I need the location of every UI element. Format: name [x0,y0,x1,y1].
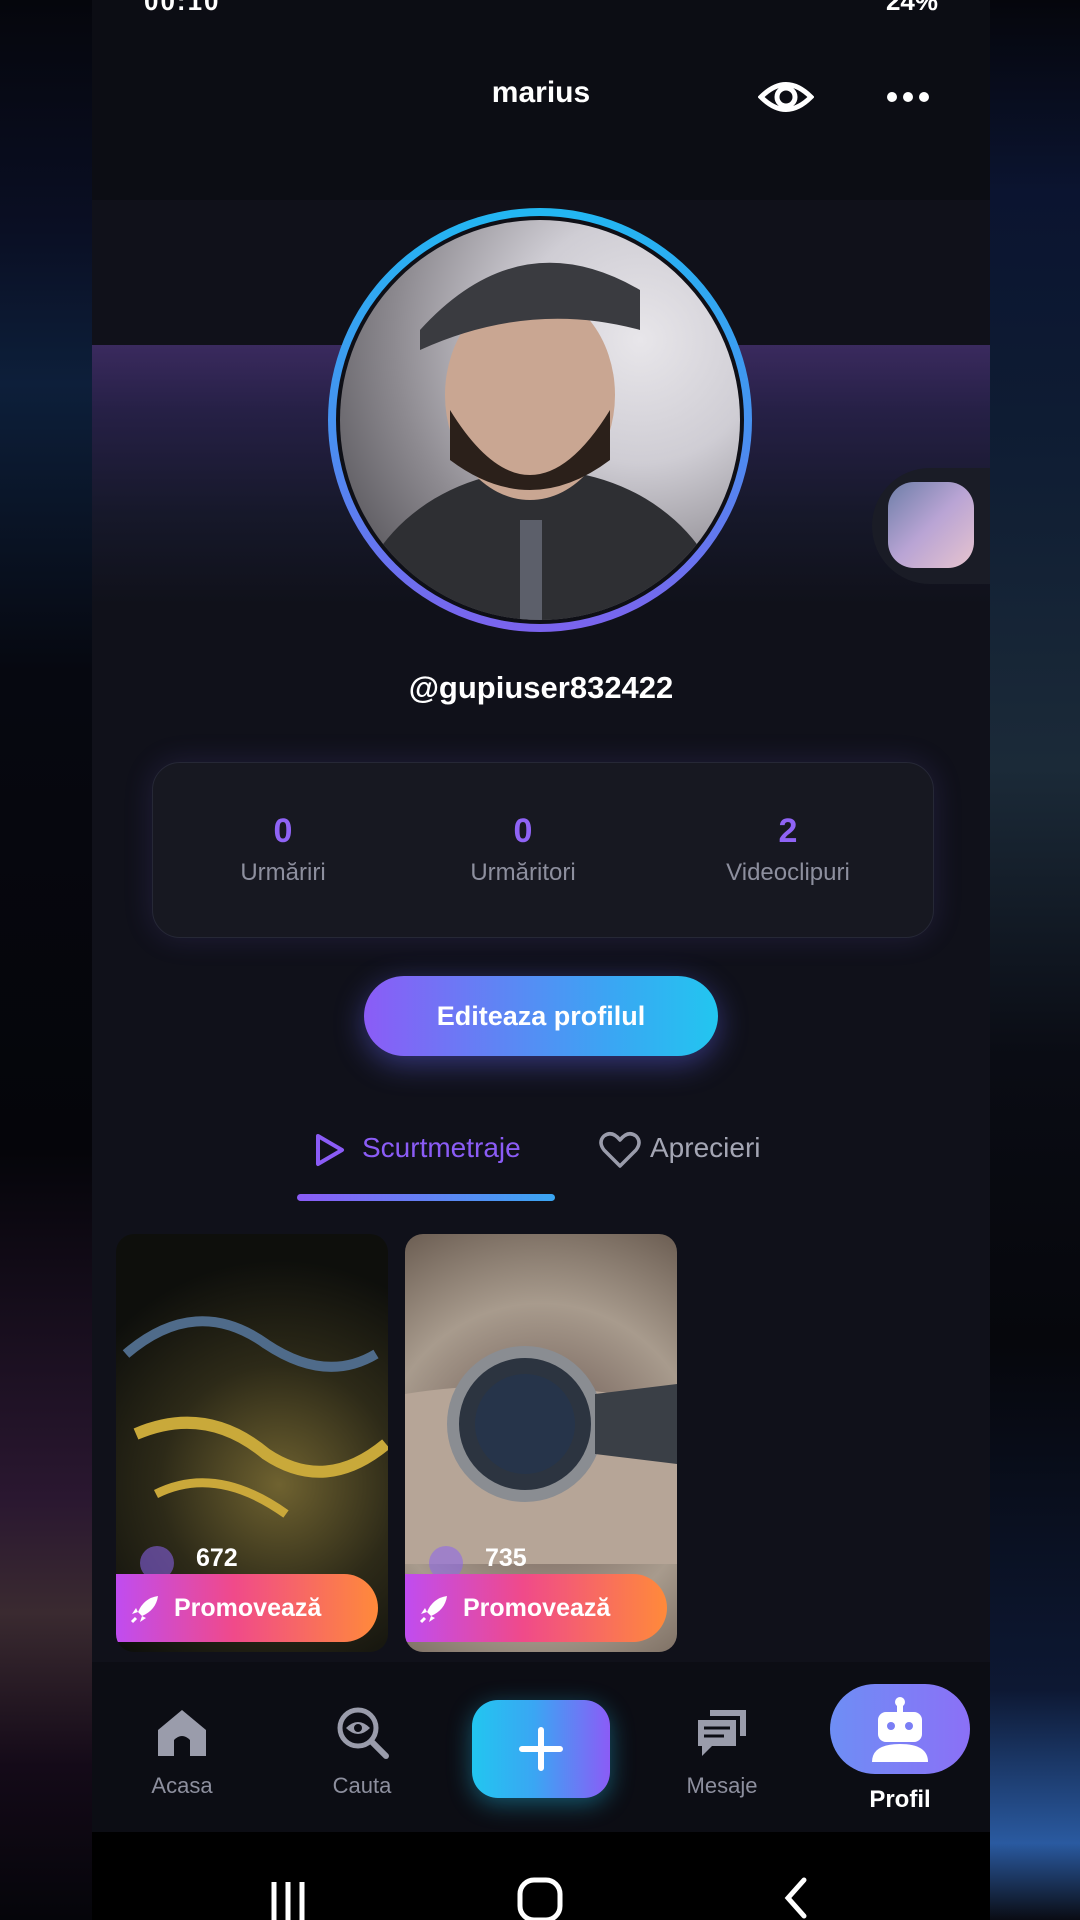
back-icon[interactable] [778,1876,814,1920]
stat-videos-value: 2 [778,812,798,850]
edit-profile-button[interactable]: Editeaza profilul [364,976,718,1056]
nav-messages[interactable]: Mesaje [652,1702,792,1799]
app-screen: 00:10 24% marius @gupiuser832422 0 Urmăr… [92,0,990,1920]
stat-followers-value: 0 [513,812,533,850]
home-button-icon[interactable] [516,1876,564,1920]
left-blurred-edge [0,0,92,1920]
stat-videos[interactable]: 2 Videoclipuri [658,811,918,887]
stat-following-label: Urmăriri [240,859,326,886]
tab-aprecieri[interactable]: Aprecieri [598,1124,798,1174]
stat-following-value: 0 [273,812,293,850]
nav-profile-label: Profil [869,1786,931,1813]
tab-scurtmetraje[interactable]: Scurtmetraje [312,1124,552,1174]
rocket-icon [419,1596,447,1624]
promote-label: Promovează [463,1594,611,1622]
create-button[interactable] [472,1700,610,1798]
top-header: 00:10 24% marius [92,0,990,200]
tab-scurtmetraje-label: Scurtmetraje [362,1132,521,1163]
avatar-photo [340,220,740,620]
play-icon [316,1134,344,1166]
heart-icon [599,1132,641,1168]
status-battery: 24% [885,0,938,16]
promote-button[interactable]: Promovează [405,1574,667,1642]
stat-followers[interactable]: 0 Urmăritori [393,811,653,887]
stats-card: 0 Urmăriri 0 Urmăritori 2 Videoclipuri [152,762,934,938]
nav-profile[interactable] [830,1684,970,1774]
app-grid-icon [888,482,974,568]
stat-videos-label: Videoclipuri [726,859,850,886]
profile-display-name: marius [491,76,591,109]
video-card[interactable]: 735 Promovează [405,1234,677,1652]
recent-apps-icon[interactable] [266,1878,310,1920]
system-navigation-bar [92,1832,990,1920]
floating-widget[interactable] [872,468,990,584]
right-blurred-edge [988,0,1080,1920]
nav-search-label: Cauta [332,1773,392,1798]
stat-following[interactable]: 0 Urmăriri [153,811,413,887]
tab-aprecieri-label: Aprecieri [650,1132,761,1163]
nav-home-label: Acasa [151,1773,213,1798]
chat-icon [698,1710,746,1756]
search-eye-icon [337,1707,389,1759]
nav-messages-label: Mesaje [686,1773,758,1798]
home-icon [158,1710,206,1756]
bottom-navigation: Acasa Cauta Mesaje Profil [92,1662,990,1832]
video-views: 672 [196,1544,238,1572]
profile-username: @gupiuser832422 [408,670,674,705]
video-views: 735 [485,1544,527,1572]
active-tab-indicator [297,1194,555,1201]
status-time: 00:10 [144,0,221,16]
promote-label: Promovează [174,1594,322,1622]
eye-icon[interactable] [757,72,815,122]
rocket-icon [130,1596,158,1624]
avatar[interactable] [328,208,752,632]
robot-icon [872,1697,928,1762]
nav-home[interactable]: Acasa [112,1702,252,1799]
plus-icon [519,1727,563,1771]
stat-followers-label: Urmăritori [470,859,576,886]
promote-button[interactable]: Promovează [116,1574,378,1642]
more-options-icon[interactable] [884,78,932,116]
nav-search[interactable]: Cauta [292,1702,432,1799]
video-card[interactable]: 672 Promovează [116,1234,388,1652]
